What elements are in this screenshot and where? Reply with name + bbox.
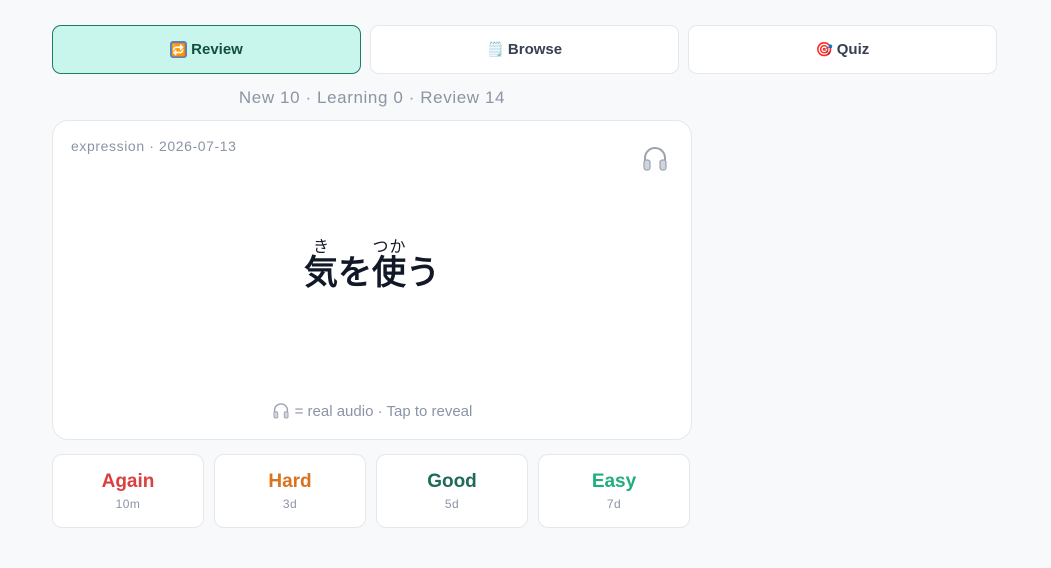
term-kanji-ki: 気き [304, 239, 338, 292]
card-hint-text: = real audio · Tap to reveal [294, 402, 473, 420]
easy-interval: 7d [606, 497, 622, 511]
tab-review-label: Review [191, 41, 243, 58]
headphones-icon[interactable] [641, 145, 669, 173]
mode-tabs: 🔁 Review 🗒️ Browse 🎯 Quiz [52, 25, 997, 74]
good-label: Good [427, 471, 477, 492]
tab-browse-label: Browse [507, 41, 563, 58]
furigana-tsuka: つか [372, 239, 406, 256]
furigana-ki: き [304, 239, 338, 256]
term-kana-wo: を [338, 254, 372, 292]
target-icon: 🎯 [815, 41, 833, 57]
hard-button[interactable]: Hard 3d [214, 454, 366, 528]
again-label: Again [101, 471, 155, 492]
card-meta: expression · 2026-07-13 [71, 138, 237, 154]
term-kanji-tsuka: 使つか [372, 239, 406, 292]
easy-button[interactable]: Easy 7d [538, 454, 690, 528]
hard-label: Hard [268, 471, 312, 492]
notepad-icon: 🗒️ [486, 41, 505, 57]
tab-quiz-label: Quiz [836, 41, 870, 58]
term-kana-u: う [406, 254, 440, 292]
tab-browse[interactable]: 🗒️ Browse [370, 25, 679, 74]
headphones-small-icon [273, 403, 289, 419]
easy-label: Easy [591, 471, 637, 492]
hard-interval: 3d [282, 497, 298, 511]
tab-quiz[interactable]: 🎯 Quiz [688, 25, 997, 74]
good-interval: 5d [444, 497, 460, 511]
grade-buttons: Again 10m Hard 3d Good 5d Easy 7d [52, 454, 690, 528]
again-button[interactable]: Again 10m [52, 454, 204, 528]
flashcard[interactable]: expression · 2026-07-13 気きを使つかう = real a… [52, 120, 692, 440]
tab-review[interactable]: 🔁 Review [52, 25, 361, 74]
queue-counts: New 10 · Learning 0 · Review 14 [238, 88, 506, 107]
card-hint: = real audio · Tap to reveal [53, 402, 691, 420]
repeat-icon: 🔁 [170, 41, 188, 58]
good-button[interactable]: Good 5d [376, 454, 528, 528]
card-term: 気きを使つかう [53, 239, 691, 294]
again-interval: 10m [115, 497, 141, 511]
